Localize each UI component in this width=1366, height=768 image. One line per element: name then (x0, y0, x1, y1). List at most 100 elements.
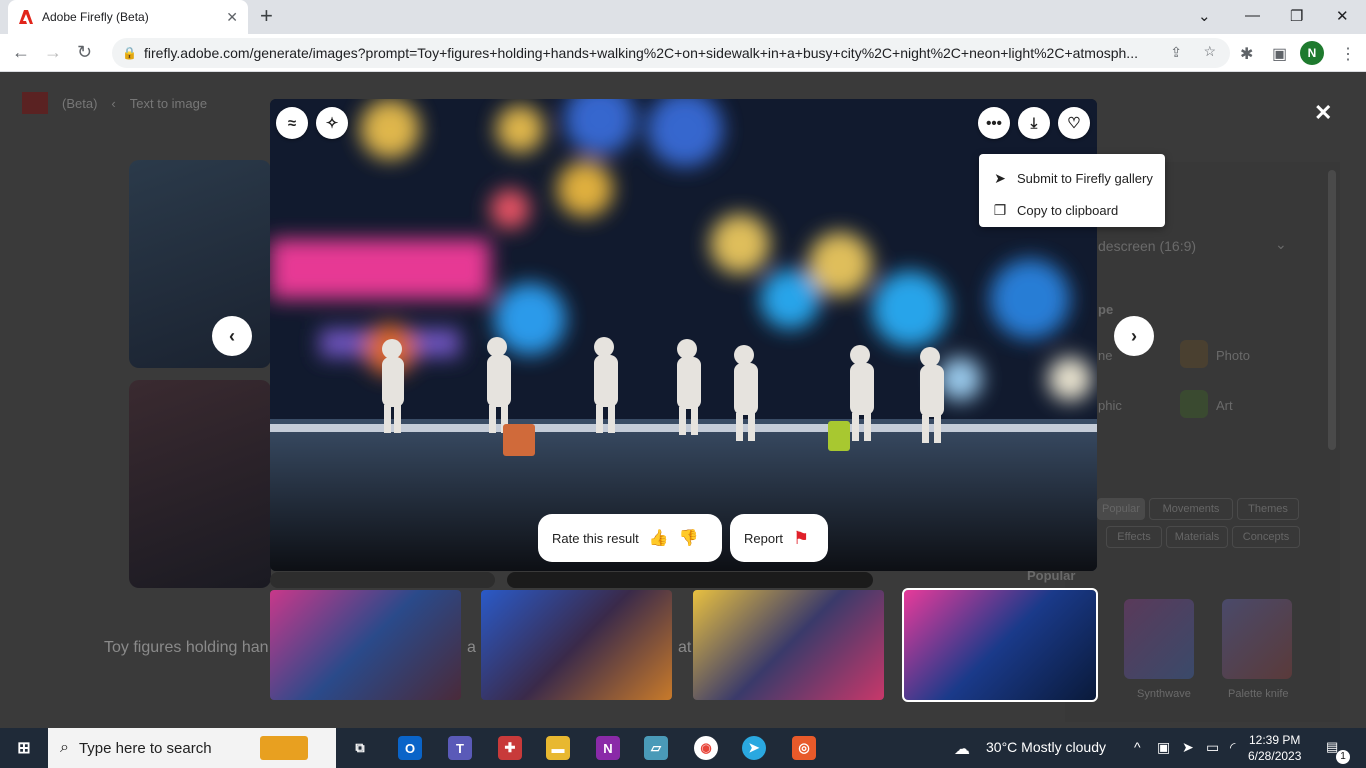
close-tab-icon[interactable]: ✕ (226, 9, 238, 26)
browser-toolbar: ← → ↻ 🔒 firefly.adobe.com/generate/image… (0, 34, 1366, 72)
style-thumb-palette-knife[interactable] (1222, 599, 1292, 679)
window-close-icon[interactable]: ✕ (1336, 7, 1349, 25)
style-label-palette-knife: Palette knife (1228, 688, 1289, 700)
clock[interactable]: 12:39 PM 6/28/2023 (1248, 732, 1301, 764)
telegram-tray-icon[interactable]: ➤ (1182, 739, 1194, 756)
thumbnail-3[interactable] (693, 590, 884, 700)
rate-label: Rate this result (552, 530, 639, 546)
screen-recorder-icon[interactable]: ◎ (792, 736, 816, 760)
browser-tab[interactable]: Adobe Firefly (Beta) ✕ (8, 0, 248, 34)
search-icon: ⌕ (60, 739, 69, 756)
favorite-heart-icon[interactable]: ♡ (1058, 107, 1090, 139)
adobe-logo-icon (22, 92, 48, 114)
style-tab-materials[interactable]: Materials (1166, 526, 1228, 548)
beta-label: (Beta) (62, 95, 98, 111)
notepad-icon[interactable]: ▱ (644, 736, 668, 760)
outlook-icon[interactable]: O (398, 736, 422, 760)
more-options-icon[interactable]: ••• (978, 107, 1010, 139)
teams-icon[interactable]: T (448, 736, 472, 760)
generated-image-viewer (270, 99, 1097, 571)
flag-icon: ⚑ (793, 527, 810, 548)
report-button[interactable]: Report ⚑ (730, 514, 828, 562)
new-tab-icon[interactable]: + (260, 5, 273, 27)
windows-start-icon[interactable]: ⊞ (12, 736, 36, 760)
type-graphic-label[interactable]: phic (1098, 398, 1122, 413)
prompt-fragment: a (467, 639, 476, 656)
variations-icon[interactable]: ≈ (276, 107, 308, 139)
send-icon: ➤ (994, 169, 1006, 186)
network-monitor-icon[interactable]: ▣ (1157, 739, 1170, 756)
style-tab-effects[interactable]: Effects (1106, 526, 1162, 548)
copy-to-clipboard-label: Copy to clipboard (1017, 202, 1119, 218)
generative-fill-icon[interactable]: ✧ (316, 107, 348, 139)
breadcrumb[interactable]: Text to image (130, 96, 207, 111)
type-art-label[interactable]: Art (1216, 398, 1233, 413)
chrome-icon[interactable]: ◉ (694, 736, 718, 760)
file-explorer-icon[interactable]: ▬ (546, 736, 570, 760)
bookmark-star-icon[interactable]: ☆ (1203, 43, 1216, 60)
style-tab-themes[interactable]: Themes (1237, 498, 1299, 520)
extensions-icon[interactable]: ✱ (1240, 44, 1253, 64)
copy-to-clipboard-item[interactable]: ❐ Copy to clipboard (979, 194, 1165, 226)
reload-icon[interactable]: ↻ (77, 42, 92, 62)
back-chevron-icon[interactable]: ‹ (111, 96, 115, 111)
style-thumb-synthwave[interactable] (1124, 599, 1194, 679)
menu-kebab-icon[interactable]: ⋮ (1340, 44, 1356, 64)
submit-to-gallery-item[interactable]: ➤ Submit to Firefly gallery (979, 162, 1165, 194)
notification-count-badge: 1 (1336, 750, 1350, 764)
prompt-text[interactable]: Toy figures holding han (104, 639, 269, 657)
wifi-icon[interactable]: ◜ (1230, 739, 1235, 756)
download-icon[interactable]: ⤓ (1018, 107, 1050, 139)
back-icon[interactable]: ← (12, 42, 30, 62)
time-text: 12:39 PM (1249, 733, 1301, 747)
thumbs-up-icon[interactable]: 👍 (649, 528, 669, 548)
chevron-down-icon[interactable]: ⌄ (1275, 236, 1287, 253)
page-header: (Beta) ‹ Text to image (22, 92, 207, 114)
tab-strip: Adobe Firefly (Beta) ✕ + ⌄ — ❐ ✕ (0, 0, 1366, 34)
tab-search-icon[interactable]: ⌄ (1198, 7, 1211, 25)
date-text: 6/28/2023 (1248, 749, 1302, 763)
art-thumb (1180, 390, 1208, 418)
more-options-menu: ➤ Submit to Firefly gallery ❐ Copy to cl… (979, 154, 1165, 227)
task-view-icon[interactable]: ⧉ (348, 736, 372, 760)
thumbs-down-icon[interactable]: 👎 (679, 528, 699, 548)
generated-image (270, 99, 1097, 571)
game-app-icon[interactable]: ✚ (498, 736, 522, 760)
minimize-icon[interactable]: — (1245, 7, 1260, 24)
weather-cloud-icon: ☁ (954, 741, 970, 758)
next-image-button[interactable]: › (1114, 316, 1154, 356)
style-tab-movements[interactable]: Movements (1149, 498, 1233, 520)
onenote-icon[interactable]: N (596, 736, 620, 760)
scrollbar[interactable] (1328, 170, 1336, 450)
url-text: firefly.adobe.com/generate/images?prompt… (144, 45, 1138, 61)
submit-to-gallery-label: Submit to Firefly gallery (1017, 170, 1153, 186)
side-panel-icon[interactable]: ▣ (1272, 44, 1287, 64)
type-photo-label[interactable]: Photo (1216, 348, 1250, 363)
taskbar-search-box[interactable]: ⌕ Type here to search (48, 728, 336, 768)
thumbnail-4-selected[interactable] (902, 588, 1098, 702)
report-label: Report (744, 530, 784, 546)
thumbnail-2[interactable] (481, 590, 672, 700)
lock-icon: 🔒 (122, 46, 137, 60)
share-icon[interactable]: ⇪ (1170, 44, 1182, 61)
profile-avatar[interactable]: N (1300, 41, 1324, 65)
address-bar[interactable]: 🔒 firefly.adobe.com/generate/images?prom… (112, 38, 1230, 68)
search-placeholder: Type here to search (78, 739, 212, 757)
aspect-ratio-value: descreen (16:9) (1098, 238, 1197, 254)
screen: Adobe Firefly (Beta) ✕ + ⌄ — ❐ ✕ ← → ↻ 🔒… (0, 0, 1366, 768)
close-viewer-icon[interactable]: ✕ (1314, 100, 1332, 126)
restore-icon[interactable]: ❐ (1290, 7, 1303, 25)
weather-text[interactable]: 30°C Mostly cloudy (986, 739, 1106, 755)
previous-image-button[interactable]: ‹ (212, 316, 252, 356)
thumbnail-1[interactable] (270, 590, 461, 700)
type-none-label[interactable]: ne (1098, 348, 1112, 363)
forward-icon[interactable]: → (44, 42, 62, 62)
prompt-fragment: at (678, 639, 692, 656)
style-tab-popular[interactable]: Popular (1097, 498, 1145, 520)
adobe-logo-icon (19, 10, 33, 24)
telegram-icon[interactable]: ➤ (742, 736, 766, 760)
show-hidden-icons-icon[interactable]: ^ (1134, 739, 1141, 755)
style-tab-concepts[interactable]: Concepts (1232, 526, 1300, 548)
briefcase-icon (260, 736, 308, 760)
battery-icon[interactable]: ▭ (1206, 739, 1219, 756)
